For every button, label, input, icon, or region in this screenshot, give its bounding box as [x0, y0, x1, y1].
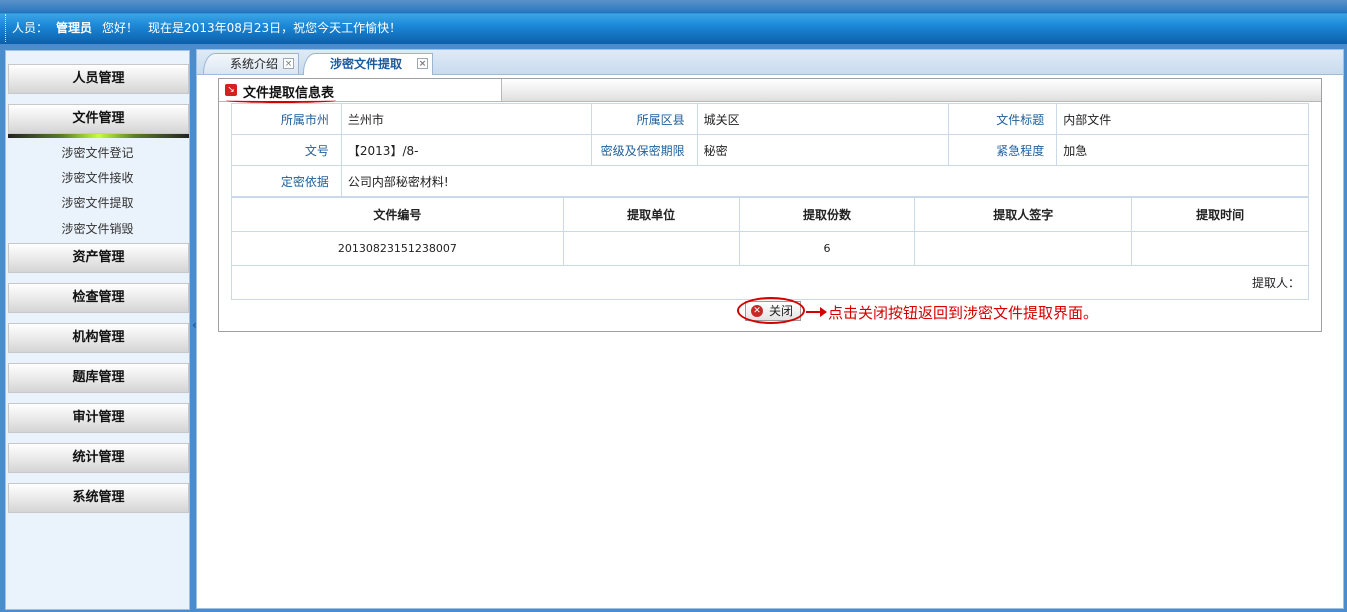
city-value: 兰州市: [340, 103, 592, 135]
close-icon[interactable]: ×: [283, 58, 294, 69]
top-header: 人员： 管理员 您好！ 现在是2013年08月23日，祝您今天工作愉快！: [0, 0, 1347, 44]
column-header: 提取时间: [1131, 197, 1309, 232]
extract-record-table: 文件编号 提取单位 提取份数 提取人签字 提取时间 20130823151238…: [231, 197, 1309, 300]
urgency-value: 加急: [1056, 134, 1309, 166]
sidebar-section-question-bank[interactable]: 题库管理: [8, 363, 189, 393]
close-button-label: 关闭: [768, 304, 793, 318]
close-circle-icon: ✕: [751, 305, 763, 317]
close-button[interactable]: ✕ 关闭: [745, 301, 801, 321]
table-row: 定密依据 公司内部秘密材料!: [231, 165, 1310, 197]
header-strip: [0, 0, 1347, 12]
tab-content: ↘ 文件提取信息表 所属市州 兰州市 所属区县 城关区 文件标题 内部文件 文号…: [197, 75, 1343, 608]
sidebar-item-file-register[interactable]: 涉密文件登记: [6, 141, 189, 165]
sidebar-item-file-receive[interactable]: 涉密文件接收: [6, 166, 189, 190]
urgency-label: 紧急程度: [948, 134, 1058, 166]
extract-info-panel: ↘ 文件提取信息表 所属市州 兰州市 所属区县 城关区 文件标题 内部文件 文号…: [218, 78, 1322, 332]
doc-number-label: 文号: [231, 134, 342, 166]
secret-level-value: 秘密: [696, 134, 950, 166]
tab-label: 涉密文件提取: [330, 57, 403, 71]
basis-value: 公司内部秘密材料!: [340, 165, 1310, 197]
tab-system-intro[interactable]: 系统介绍 ×: [203, 53, 299, 74]
sidebar: 人员管理 文件管理 涉密文件登记 涉密文件接收 涉密文件提取 涉密文件销毁 资产…: [5, 50, 190, 610]
district-value: 城关区: [696, 103, 950, 135]
user-label: 人员：: [12, 21, 49, 35]
column-header: 提取份数: [738, 197, 916, 232]
doc-number-value: 【2013】/8-: [340, 134, 592, 166]
table-row: 20130823151238007 6: [231, 231, 1309, 266]
doc-title-label: 文件标题: [948, 103, 1058, 135]
table-header-row: 文件编号 提取单位 提取份数 提取人签字 提取时间: [231, 197, 1309, 232]
extract-time-cell: [1131, 231, 1309, 266]
greeting: 您好！: [102, 21, 139, 35]
secret-level-label: 密级及保密期限: [590, 134, 698, 166]
city-label: 所属市州: [231, 103, 342, 135]
sidebar-section-audit[interactable]: 审计管理: [8, 403, 189, 433]
sidebar-section-statistics[interactable]: 统计管理: [8, 443, 189, 473]
panel-header: ↘ 文件提取信息表: [219, 79, 1321, 103]
tab-bar: 系统介绍 × 涉密文件提取 ×: [197, 50, 1343, 75]
extractor-label: 提取人：: [231, 265, 1309, 300]
close-icon[interactable]: ×: [417, 58, 428, 69]
district-label: 所属区县: [590, 103, 698, 135]
user-name: 管理员: [56, 21, 93, 35]
table-row: 文号 【2013】/8- 密级及保密期限 秘密 紧急程度 加急: [231, 134, 1309, 166]
sidebar-item-file-extract[interactable]: 涉密文件提取: [6, 191, 189, 215]
signature-cell: [914, 231, 1133, 266]
arrow-down-icon: ↘: [225, 84, 237, 96]
sidebar-section-assets[interactable]: 资产管理: [8, 243, 189, 273]
extract-count-cell: 6: [738, 231, 916, 266]
sidebar-section-personnel[interactable]: 人员管理: [8, 64, 189, 94]
app-frame: 人员管理 文件管理 涉密文件登记 涉密文件接收 涉密文件提取 涉密文件销毁 资产…: [0, 44, 1347, 612]
panel-title-tab: ↘ 文件提取信息表: [219, 79, 502, 103]
date-text: 现在是2013年08月23日，祝您今天工作愉快！: [148, 21, 402, 35]
table-footer-row: 提取人：: [231, 265, 1309, 300]
sidebar-section-inspection[interactable]: 检查管理: [8, 283, 189, 313]
annotation-arrow-head: [820, 307, 827, 317]
table-row: 所属市州 兰州市 所属区县 城关区 文件标题 内部文件: [231, 103, 1309, 135]
column-header: 文件编号: [231, 197, 564, 232]
tab-file-extract[interactable]: 涉密文件提取 ×: [303, 53, 433, 75]
sidebar-item-file-destroy[interactable]: 涉密文件销毁: [6, 217, 189, 241]
sidebar-section-files[interactable]: 文件管理: [8, 104, 189, 134]
doc-title-value: 内部文件: [1056, 103, 1309, 135]
basis-label: 定密依据: [231, 165, 342, 197]
tab-label: 系统介绍: [230, 57, 279, 71]
info-table: 所属市州 兰州市 所属区县 城关区 文件标题 内部文件 文号 【2013】/8-…: [231, 103, 1310, 197]
user-info: 人员： 管理员 您好！ 现在是2013年08月23日，祝您今天工作愉快！: [5, 14, 401, 42]
extract-unit-cell: [562, 231, 740, 266]
file-number-cell: 20130823151238007: [231, 231, 564, 266]
annotation-text: 点击关闭按钮返回到涉密文件提取界面。: [828, 304, 1099, 322]
sidebar-section-system[interactable]: 系统管理: [8, 483, 189, 513]
column-header: 提取人签字: [914, 197, 1133, 232]
active-section-indicator: [8, 134, 189, 138]
sidebar-section-organization[interactable]: 机构管理: [8, 323, 189, 353]
column-header: 提取单位: [562, 197, 740, 232]
main-area: 系统介绍 × 涉密文件提取 × ↘ 文件提取信息表 所属市州 兰州市 所属区县 …: [196, 49, 1344, 609]
